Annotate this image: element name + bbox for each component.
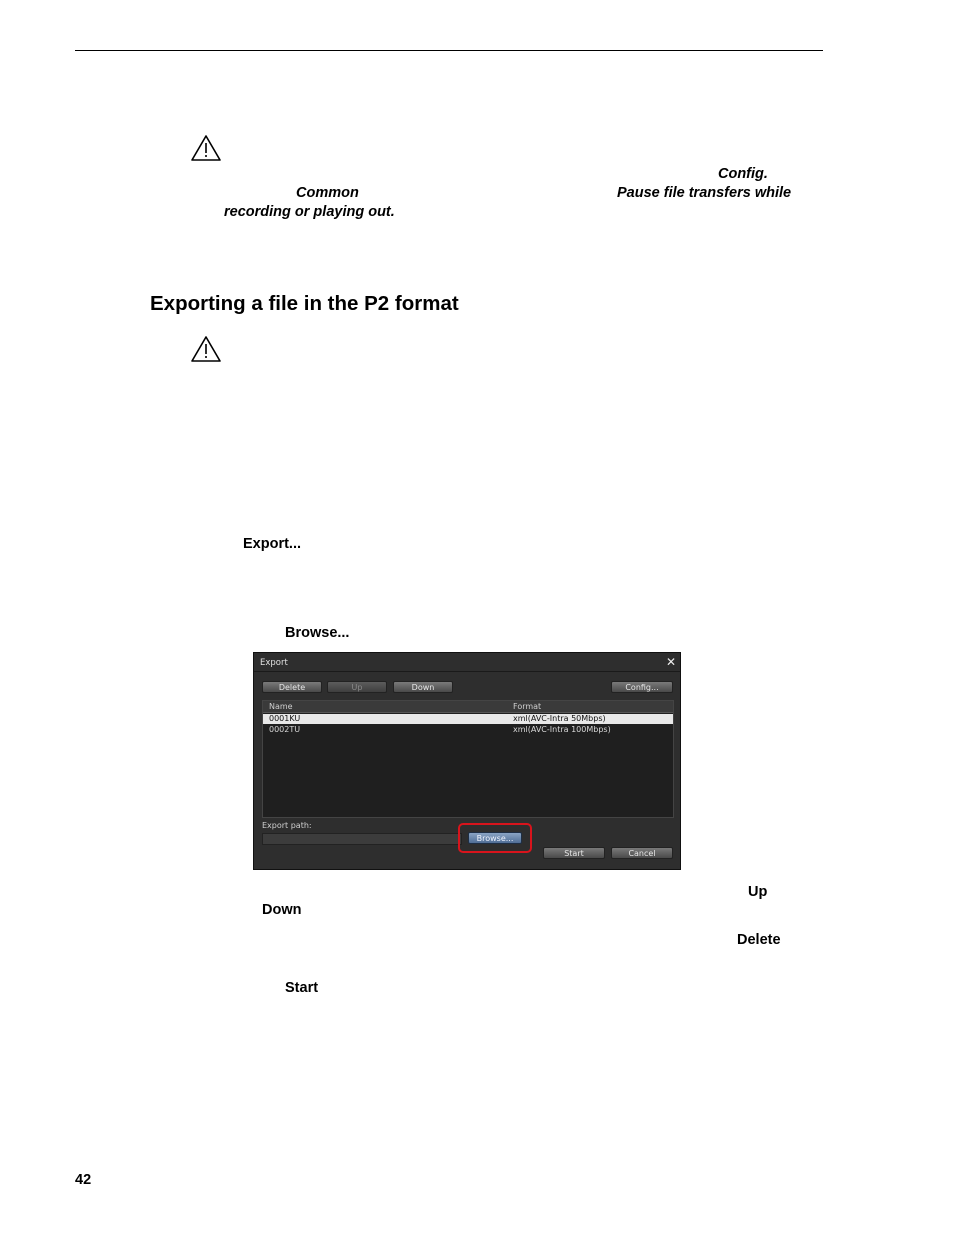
page-number: 42 — [75, 1172, 92, 1188]
caution1-config: Config. — [718, 166, 768, 182]
down-button[interactable]: Down — [393, 681, 453, 693]
browse-highlight — [458, 823, 532, 853]
start-button[interactable]: Start — [543, 847, 605, 859]
caution1-common: Common — [296, 185, 359, 201]
column-format: Format — [513, 702, 542, 711]
export-dialog: Export ✕ Delete Up Down Config... Name F… — [253, 652, 681, 870]
file-format: xml(AVC-Intra 100Mbps) — [513, 725, 611, 734]
delete-button[interactable]: Delete — [262, 681, 322, 693]
file-name: 0001KU — [269, 714, 301, 723]
file-format: xml(AVC-Intra 50Mbps) — [513, 714, 606, 723]
file-name: 0002TU — [269, 725, 301, 734]
list-item[interactable]: 0001KU xml(AVC-Intra 50Mbps) — [263, 714, 673, 724]
caution1-recording: recording or playing out. — [224, 204, 395, 220]
down-ref: Down — [262, 902, 302, 918]
step-export-label: Export... — [243, 536, 302, 552]
section-heading: Exporting a file in the P2 format — [150, 292, 459, 315]
export-path-field[interactable] — [262, 833, 462, 845]
delete-ref: Delete — [737, 932, 781, 948]
warning-triangle-icon — [191, 135, 221, 161]
caution1-pause: Pause file transfers while — [617, 185, 792, 201]
cancel-button[interactable]: Cancel — [611, 847, 673, 859]
column-name: Name — [269, 702, 293, 711]
up-button[interactable]: Up — [327, 681, 387, 693]
export-path-label: Export path: — [262, 821, 312, 830]
up-ref: Up — [748, 884, 768, 900]
start-ref: Start — [285, 980, 319, 996]
step-browse-label: Browse... — [285, 625, 350, 641]
dialog-title: Export — [260, 658, 288, 668]
header-rule — [75, 50, 823, 51]
title-divider — [254, 671, 680, 672]
config-button[interactable]: Config... — [611, 681, 673, 693]
warning-triangle-icon — [191, 336, 221, 362]
list-item[interactable]: 0002TU xml(AVC-Intra 100Mbps) — [263, 725, 673, 735]
file-list: Name Format 0001KU xml(AVC-Intra 50Mbps)… — [262, 700, 674, 818]
list-header: Name Format — [263, 701, 673, 713]
close-icon[interactable]: ✕ — [666, 655, 676, 669]
